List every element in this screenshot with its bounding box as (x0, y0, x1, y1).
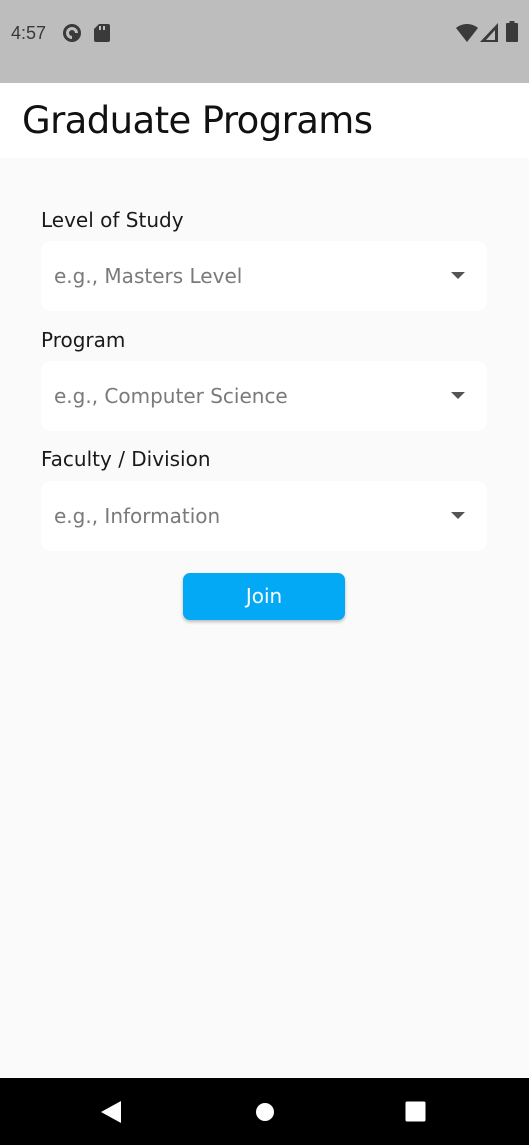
join-button[interactable]: Join (183, 573, 345, 620)
back-icon[interactable] (100, 1100, 122, 1128)
faculty-division-label: Faculty / Division (41, 447, 211, 471)
program-label: Program (41, 328, 126, 352)
program-dropdown[interactable]: e.g., Computer Science (41, 361, 487, 431)
page-title: Graduate Programs (22, 99, 373, 142)
dropdown-arrow-icon (451, 512, 465, 519)
recents-icon[interactable] (405, 1101, 426, 1126)
status-time: 4:57 (11, 23, 47, 43)
dropdown-arrow-icon (451, 392, 465, 399)
faculty-division-dropdown[interactable]: e.g., Information (41, 481, 487, 551)
sd-card-icon (94, 24, 110, 46)
cell-signal-icon (480, 23, 498, 46)
navigation-bar (0, 1078, 529, 1145)
level-of-study-label: Level of Study (41, 208, 184, 232)
home-icon[interactable] (255, 1102, 275, 1126)
wifi-icon (456, 23, 478, 46)
battery-icon (506, 21, 518, 46)
level-of-study-dropdown[interactable]: e.g., Masters Level (41, 241, 487, 311)
program-placeholder: e.g., Computer Science (54, 384, 288, 408)
faculty-division-placeholder: e.g., Information (54, 504, 221, 528)
app-header: Graduate Programs (0, 83, 529, 158)
pocket-casts-icon (62, 23, 82, 47)
dropdown-arrow-icon (451, 272, 465, 279)
level-of-study-placeholder: e.g., Masters Level (54, 264, 243, 288)
status-bar: 4:57 (0, 0, 529, 83)
